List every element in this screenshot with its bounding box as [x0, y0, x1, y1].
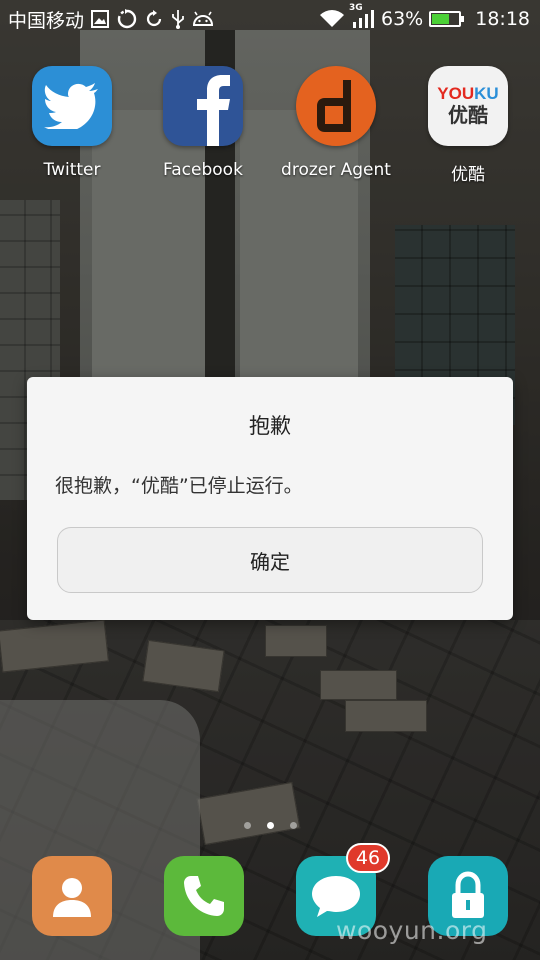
- page-dot[interactable]: [289, 822, 297, 829]
- app-stopped-dialog: 抱歉 很抱歉，“优酷”已停止运行。 确定: [27, 377, 513, 620]
- battery-percent: 63%: [381, 8, 424, 30]
- twitter-bird-icon: [32, 66, 112, 146]
- youku-icon: YOUKU 优酷: [428, 66, 508, 146]
- dialog-title: 抱歉: [249, 414, 291, 438]
- gallery-notification-icon: [90, 9, 110, 29]
- app-facebook[interactable]: Facebook: [148, 66, 258, 180]
- page-indicator: [0, 822, 540, 829]
- dock-contacts[interactable]: [32, 856, 112, 936]
- status-bar: 中国移动 3G 63% 18:18: [0, 0, 540, 38]
- battery-icon: [429, 11, 465, 27]
- app-label: Facebook: [163, 160, 243, 180]
- contacts-icon: [53, 878, 91, 917]
- dialog-message: 很抱歉，“优酷”已停止运行。: [55, 475, 303, 497]
- app-label: Twitter: [43, 160, 101, 180]
- signal-icon: 3G: [349, 3, 375, 29]
- facebook-f-icon: [163, 66, 243, 146]
- ok-button[interactable]: 确定: [57, 527, 483, 593]
- app-youku[interactable]: YOUKU 优酷 优酷: [413, 66, 523, 185]
- dock-phone[interactable]: [164, 856, 244, 936]
- phone-icon: [184, 876, 224, 916]
- unread-badge: 46: [346, 843, 390, 873]
- messages-icon: [312, 876, 360, 917]
- wifi-icon: [319, 9, 345, 29]
- youku-logo-text: 优酷: [448, 103, 488, 127]
- usb-icon: [170, 9, 186, 29]
- network-type-label: 3G: [349, 3, 363, 13]
- page-dot-active[interactable]: [266, 822, 274, 829]
- android-debug-icon: [192, 10, 214, 28]
- watermark: wooyun.org: [336, 916, 488, 945]
- app-label: 优酷: [451, 165, 485, 185]
- page-dot[interactable]: [243, 822, 251, 829]
- app-twitter[interactable]: Twitter: [17, 66, 127, 180]
- drozer-d-icon: [296, 66, 376, 146]
- lock-icon: [452, 871, 484, 918]
- app-drozer-agent[interactable]: drozer Agent: [281, 66, 391, 180]
- sync-icon: [116, 8, 138, 30]
- clock: 18:18: [475, 8, 530, 30]
- carrier-name: 中国移动: [8, 9, 85, 32]
- app-label: drozer Agent: [281, 160, 391, 180]
- refresh-icon: [144, 9, 164, 29]
